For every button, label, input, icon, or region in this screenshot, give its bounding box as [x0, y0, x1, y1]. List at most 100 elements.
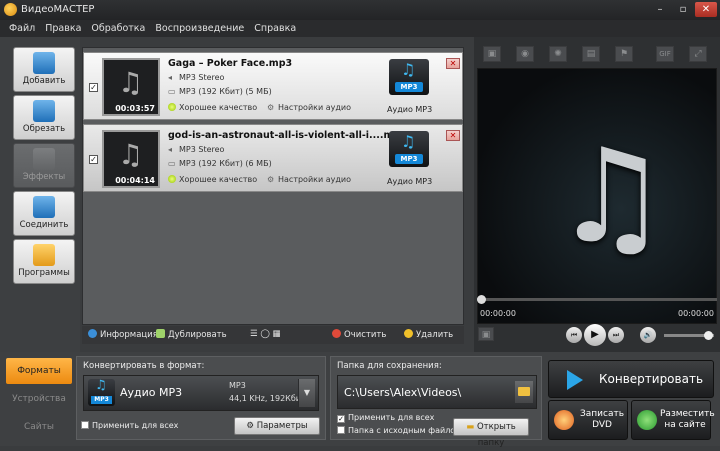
apply-all-save-checkbox[interactable]: ✓ Применить для всех — [337, 413, 434, 423]
trim-label: Обрезать — [22, 124, 66, 134]
music-note-icon: ♫ — [95, 378, 107, 393]
expand-icon[interactable]: ⤢ — [689, 46, 707, 62]
film-add-icon — [33, 52, 55, 74]
menu-edit[interactable]: Правка — [45, 23, 81, 34]
snapshot-icon[interactable]: ▣ — [478, 327, 494, 341]
menu-help[interactable]: Справка — [254, 23, 296, 34]
app-logo-icon — [4, 3, 17, 16]
upload-site-button[interactable]: Разместить на сайте — [631, 400, 715, 440]
info-icon — [88, 329, 97, 338]
file-icon: ▭ — [168, 87, 176, 96]
file-format-row: ▭ MP3 (192 Кбит) (5 МБ) — [168, 87, 272, 96]
seek-bar[interactable] — [477, 298, 717, 301]
tab-sites[interactable]: Сайты — [6, 414, 72, 440]
image-icon[interactable]: ◉ — [516, 46, 534, 62]
file-name: god-is-an-astronaut-all-is-violent-all-i… — [168, 130, 407, 141]
gear-icon: ⚙ — [267, 175, 275, 184]
upload-label-1: Разместить — [660, 409, 715, 419]
film-icon[interactable]: ▤ — [582, 46, 600, 62]
add-button[interactable]: Добавить — [13, 47, 75, 92]
close-button[interactable]: ✕ — [695, 2, 717, 17]
apply-all-formats-checkbox[interactable]: Применить для всех — [81, 421, 178, 430]
file-audio-row: ◂ MP3 Stereo — [168, 73, 224, 82]
file-checkbox[interactable]: ✓ — [89, 155, 98, 164]
delete-button[interactable]: Удалить — [404, 329, 453, 340]
info-button[interactable]: Информация — [88, 329, 158, 340]
maximize-button[interactable]: ▫ — [672, 2, 694, 17]
apply-all-save-label: Применить для всех — [348, 413, 435, 422]
file-format: MP3 (192 Кбит) (5 МБ) — [179, 87, 272, 96]
file-item[interactable]: ✓ ♫ 00:03:57 Gaga – Poker Face.mp3 ◂ MP3 … — [83, 52, 463, 120]
delete-label: Удалить — [416, 330, 454, 340]
quality-label: Хорошее качество — [179, 175, 258, 184]
current-time: 00:00:00 — [480, 309, 516, 318]
target-format-badge[interactable]: ♫ MP3 — [389, 59, 429, 95]
join-button[interactable]: Соединить — [13, 191, 75, 236]
file-item[interactable]: ✓ ♫ 00:04:14 god-is-an-astronaut-all-is-… — [83, 124, 463, 192]
view-toggle[interactable]: ☰ ◯ ▦ — [250, 329, 281, 339]
format-selector[interactable]: ♫ MP3 Аудио MP3 MP3 44,1 KHz, 192Кбит ▼ — [83, 375, 319, 411]
quality-selector[interactable]: Хорошее качество — [168, 175, 257, 184]
menu-processing[interactable]: Обработка — [91, 23, 145, 34]
output-path-field[interactable]: C:\Users\Alex\Videos\ — [337, 375, 537, 409]
quality-icon — [168, 103, 176, 111]
title-bar: ВидеоМАСТЕР – ▫ ✕ — [0, 0, 720, 20]
seek-handle[interactable] — [477, 295, 486, 304]
effects-button[interactable]: Эффекты — [13, 143, 75, 188]
tab-formats[interactable]: Форматы — [6, 358, 72, 384]
convert-arrow-icon — [567, 370, 583, 390]
music-note-icon: ♫ — [118, 138, 144, 171]
join-label: Соединить — [19, 220, 69, 230]
next-button[interactable]: ⏭ — [608, 327, 624, 343]
target-format-label: Аудио MP3 — [387, 105, 433, 114]
duplicate-button[interactable]: Дублировать — [156, 329, 227, 340]
menu-file[interactable]: Файл — [9, 23, 35, 34]
file-thumbnail: ♫ 00:03:57 — [102, 58, 160, 116]
effects-label: Эффекты — [22, 172, 66, 182]
browse-folder-button[interactable] — [515, 381, 533, 403]
target-format-badge[interactable]: ♫ MP3 — [389, 131, 429, 167]
preview-screen: ♫ — [477, 68, 717, 324]
menu-playback[interactable]: Воспроизведение — [155, 23, 244, 34]
trim-button[interactable]: Обрезать — [13, 95, 75, 140]
parameters-button[interactable]: ⚙ Параметры — [234, 417, 320, 435]
film-cut-icon — [33, 100, 55, 122]
checkbox-box — [81, 421, 89, 429]
quality-label: Хорошее качество — [179, 103, 258, 112]
duplicate-label: Дублировать — [168, 330, 227, 340]
remove-file-button[interactable]: ✕ — [446, 130, 460, 141]
remove-file-button[interactable]: ✕ — [446, 58, 460, 69]
programs-icon — [33, 244, 55, 266]
player-panel: ▣ ◉ ✺ ▤ ⚑ GIF ⤢ ♫ 00:00:00 00:00:00 — [474, 37, 720, 352]
chevron-down-icon[interactable]: ▼ — [298, 379, 315, 407]
volume-icon[interactable]: 🔊 — [640, 327, 656, 343]
quality-icon — [168, 175, 176, 183]
file-checkbox[interactable]: ✓ — [89, 83, 98, 92]
programs-button[interactable]: Программы — [13, 239, 75, 284]
audio-settings-link[interactable]: ⚙ Настройки аудио — [267, 103, 351, 112]
clear-label: Очистить — [344, 330, 387, 340]
file-audio: MP3 Stereo — [179, 145, 225, 154]
file-duration: 00:04:14 — [115, 176, 155, 185]
audio-settings-link[interactable]: ⚙ Настройки аудио — [267, 175, 351, 184]
quality-selector[interactable]: Хорошее качество — [168, 103, 257, 112]
source-folder-checkbox[interactable]: Папка с исходным файлом — [337, 426, 461, 435]
gif-icon[interactable]: GIF — [656, 46, 674, 62]
crop-icon[interactable]: ▣ — [483, 46, 501, 62]
clear-button[interactable]: Очистить — [332, 329, 386, 340]
window-title: ВидеоМАСТЕР — [21, 4, 95, 15]
open-folder-button[interactable]: ▬ Открыть папку — [453, 418, 529, 448]
brightness-icon[interactable]: ✺ — [549, 46, 567, 62]
file-icon: ▭ — [168, 159, 176, 168]
tab-devices[interactable]: Устройства — [6, 386, 72, 412]
run-icon[interactable]: ⚑ — [615, 46, 633, 62]
convert-button[interactable]: Конвертировать — [548, 360, 714, 398]
burn-dvd-button[interactable]: Записать DVD — [548, 400, 628, 440]
previous-button[interactable]: ⏮ — [566, 327, 582, 343]
audio-settings-label: Настройки аудио — [278, 175, 351, 184]
volume-handle[interactable] — [704, 331, 713, 340]
minimize-button[interactable]: – — [649, 2, 671, 17]
play-button[interactable]: ▶ — [584, 324, 606, 346]
file-list: ✓ ♫ 00:03:57 Gaga – Poker Face.mp3 ◂ MP3 … — [82, 47, 464, 325]
format-badge: ♫ MP3 — [88, 378, 115, 406]
